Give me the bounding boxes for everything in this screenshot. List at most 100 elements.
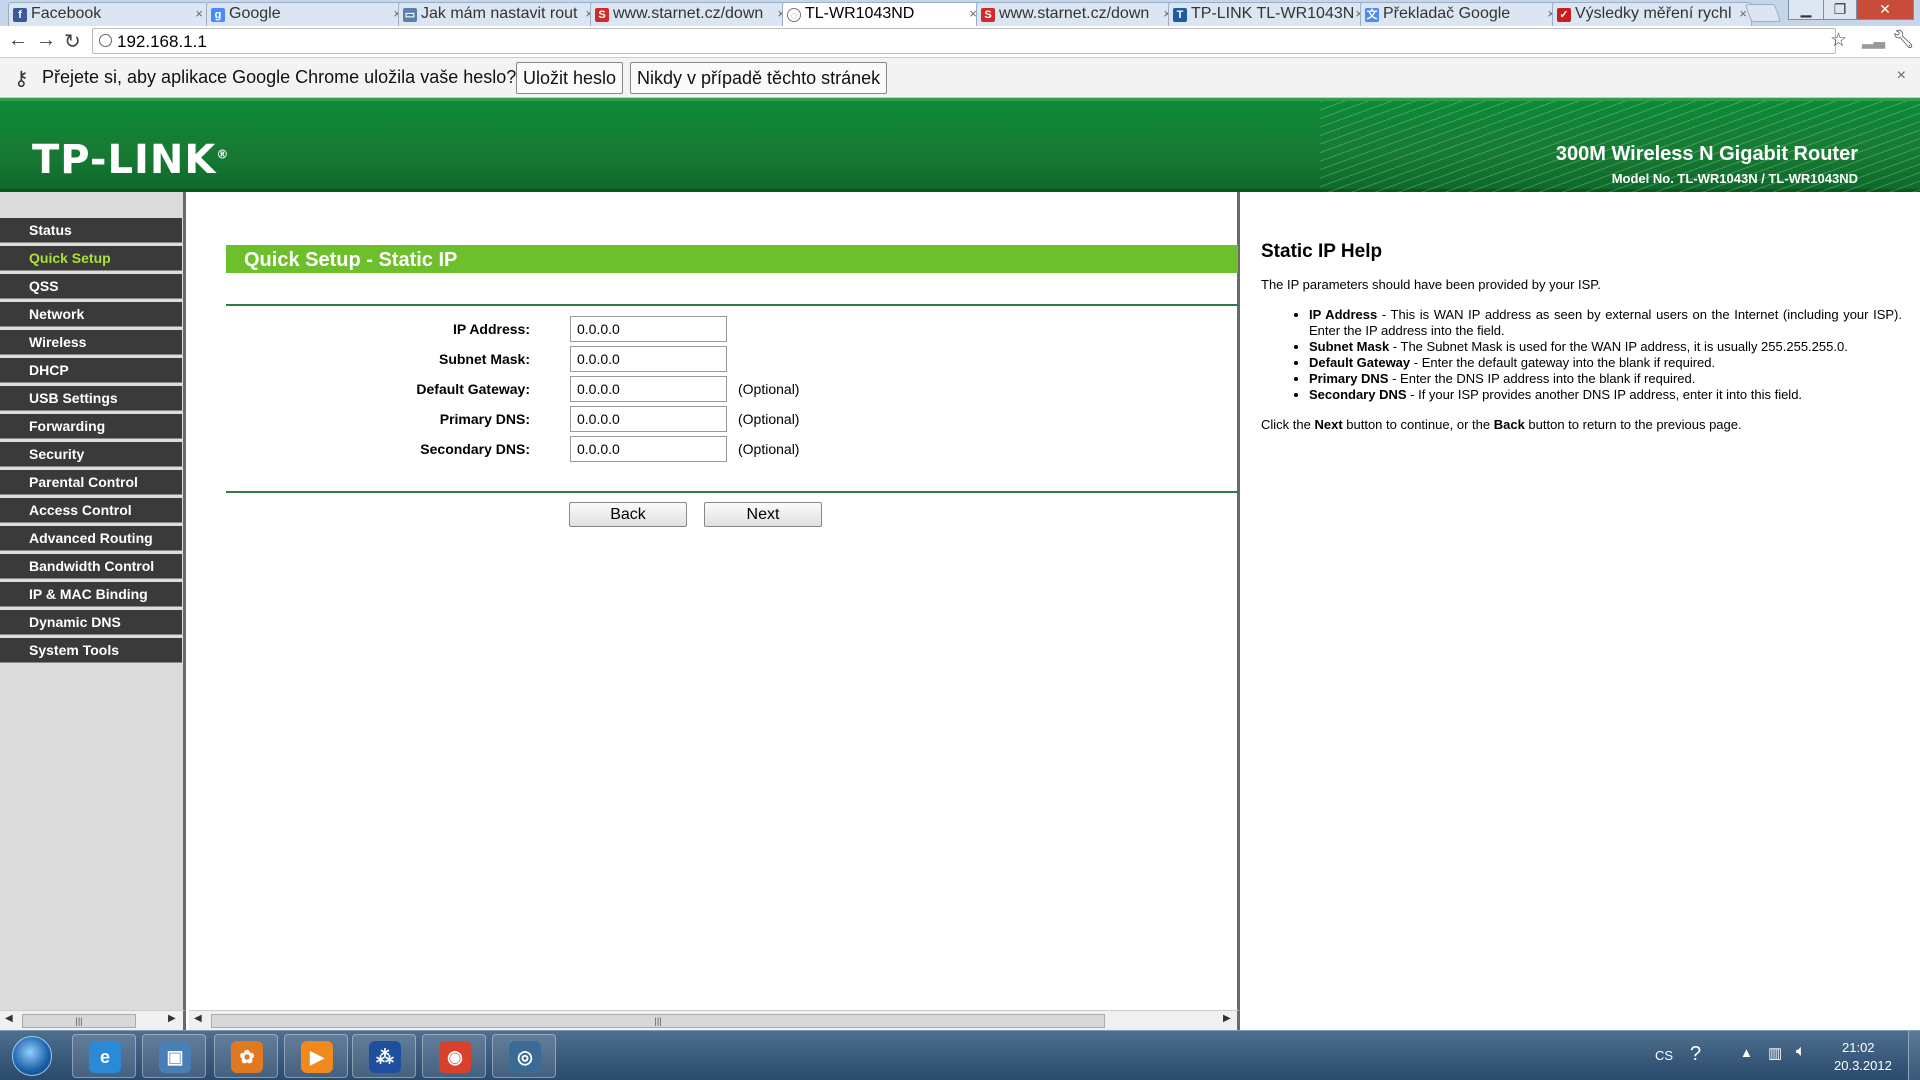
browser-tab[interactable]: ✓ Výsledky měření rychl × — [1552, 2, 1752, 26]
sidebar-item-dynamic-dns[interactable]: Dynamic DNS — [0, 610, 182, 635]
sidebar-item-forwarding[interactable]: Forwarding — [0, 414, 182, 439]
next-button[interactable]: Next — [704, 502, 822, 527]
help-description: - If your ISP provides another DNS IP ad… — [1406, 387, 1803, 402]
save-password-button[interactable]: Uložit heslo — [516, 62, 624, 94]
scroll-left-icon[interactable]: ◀ — [5, 1013, 13, 1024]
sidebar-item-ip-mac-binding[interactable]: IP & MAC Binding — [0, 582, 182, 607]
key-icon: ⚷ — [14, 68, 29, 90]
help-item: Subnet Mask - The Subnet Mask is used fo… — [1309, 339, 1902, 355]
router-header: TP-LINK® 300M Wireless N Gigabit Router … — [0, 98, 1920, 195]
infobar-close-icon[interactable]: × — [1897, 67, 1906, 85]
help-tray-icon[interactable]: ? — [1690, 1043, 1701, 1066]
clock-time[interactable]: 21:02 — [1842, 1040, 1875, 1055]
url-text: 192.168.1.1 — [117, 32, 207, 51]
model-number: Model No. TL-WR1043N / TL-WR1043ND — [1611, 171, 1858, 186]
new-tab-button[interactable] — [1744, 4, 1782, 22]
main-horizontal-scrollbar[interactable]: ◀ ||| ▶ — [189, 1010, 1240, 1030]
chrome-icon: ◉ — [439, 1041, 471, 1073]
default-gateway-input[interactable] — [570, 376, 727, 402]
page-title: Quick Setup - Static IP — [244, 249, 458, 271]
network-tray-icon[interactable]: ▥ — [1768, 1044, 1782, 1062]
sidebar-item-status[interactable]: Status — [0, 218, 182, 243]
secondary-dns-input[interactable] — [570, 436, 727, 462]
scrollbar-thumb[interactable]: ||| — [211, 1014, 1105, 1028]
sidebar-item-security[interactable]: Security — [0, 442, 182, 467]
scrollbar-thumb[interactable]: ||| — [22, 1014, 136, 1028]
page-title-bar: Quick Setup - Static IP — [226, 245, 1238, 273]
sidebar-item-dhcp[interactable]: DHCP — [0, 358, 182, 383]
clock-date[interactable]: 20.3.2012 — [1834, 1058, 1892, 1073]
scroll-left-icon[interactable]: ◀ — [194, 1013, 202, 1024]
subnet-mask-input[interactable] — [570, 346, 727, 372]
language-indicator[interactable]: CS — [1655, 1048, 1673, 1063]
back-button[interactable]: Back — [569, 502, 687, 527]
wrench-icon[interactable]: 🔧︎ — [1892, 29, 1915, 50]
sidebar-item-wireless[interactable]: Wireless — [0, 330, 182, 355]
sidebar-item-qss[interactable]: QSS — [0, 274, 182, 299]
volume-icon[interactable]: 🔈︎ — [1796, 1043, 1806, 1061]
sidebar-item-parental-control[interactable]: Parental Control — [0, 470, 182, 495]
ip-address-input[interactable] — [570, 316, 727, 342]
page-info-icon[interactable] — [99, 34, 112, 47]
sidebar-horizontal-scrollbar[interactable]: ◀ ||| ▶ — [0, 1010, 186, 1030]
back-arrow-icon[interactable]: ← — [8, 29, 28, 52]
help-term: Default Gateway — [1309, 355, 1411, 370]
taskbar-app[interactable]: ▶ — [284, 1034, 348, 1078]
taskbar-app[interactable]: ✿ — [214, 1034, 278, 1078]
bookmark-star-icon[interactable]: ☆ — [1830, 29, 1847, 52]
sidebar-item-advanced-routing[interactable]: Advanced Routing — [0, 526, 182, 551]
ip-address-label: IP Address: — [452, 321, 530, 337]
sidebar-item-bandwidth-control[interactable]: Bandwidth Control — [0, 554, 182, 579]
maximize-button[interactable]: ❐ — [1823, 0, 1857, 20]
never-save-button[interactable]: Nikdy v případě těchto stránek — [630, 62, 888, 94]
browser-tab[interactable]: TTP-LINK TL-WR1043N× — [1168, 2, 1368, 26]
taskbar-app[interactable]: ▣ — [142, 1034, 206, 1078]
primary-dns-input[interactable] — [570, 406, 727, 432]
tplink-icon: T — [1173, 8, 1187, 22]
help-term: Subnet Mask — [1309, 339, 1390, 354]
start-button[interactable] — [6, 1034, 58, 1078]
product-name: 300M Wireless N Gigabit Router — [1555, 143, 1858, 165]
browser-tab[interactable]: Swww.starnet.cz/down× — [590, 2, 790, 26]
url-bar[interactable]: 192.168.1.1 — [92, 28, 1836, 54]
default-gateway-optional-note: (Optional) — [738, 381, 800, 397]
internet-explorer-icon: e — [89, 1041, 121, 1073]
browser-tab[interactable]: gGoogle× — [206, 2, 406, 26]
sidebar-item-quick-setup[interactable]: Quick Setup — [0, 246, 182, 271]
reload-icon[interactable]: ↻ — [64, 29, 81, 54]
browser-tab[interactable]: f Facebook × — [8, 2, 208, 26]
browser-tab[interactable]: Swww.starnet.cz/down× — [976, 2, 1176, 26]
sidebar-item-usb-settings[interactable]: USB Settings — [0, 386, 182, 411]
taskbar-app[interactable]: e — [72, 1034, 136, 1078]
secondary-dns-optional-note: (Optional) — [738, 441, 800, 457]
browser-tab[interactable]: ▭Jak mám nastavit rout× — [398, 2, 598, 26]
help-intro: The IP parameters should have been provi… — [1261, 277, 1601, 292]
scroll-right-icon[interactable]: ▶ — [1223, 1013, 1231, 1024]
forward-arrow-icon[interactable]: → — [36, 29, 56, 52]
show-desktop-button[interactable] — [1908, 1031, 1920, 1080]
help-list: IP Address - This is WAN IP address as s… — [1261, 307, 1902, 403]
starnet-icon: S — [595, 8, 609, 22]
tab-label: www.starnet.cz/down — [613, 5, 764, 22]
tab-label: Facebook — [31, 5, 102, 22]
browser-tab[interactable]: ◌ TL-WR1043ND × — [782, 2, 982, 27]
scroll-right-icon[interactable]: ▶ — [168, 1013, 176, 1024]
help-item: Secondary DNS - If your ISP provides ano… — [1309, 387, 1902, 403]
taskbar-app[interactable]: ⁂ — [352, 1034, 416, 1078]
close-window-button[interactable]: ✕ — [1856, 0, 1914, 20]
taskbar-app[interactable]: ◉ — [422, 1034, 486, 1078]
google-translate-icon: 文 — [1365, 8, 1379, 22]
primary-dns-label: Primary DNS: — [439, 411, 530, 427]
sidebar-item-network[interactable]: Network — [0, 302, 182, 327]
sidebar-item-access-control[interactable]: Access Control — [0, 498, 182, 523]
tab-label: Výsledky měření rychl — [1575, 5, 1732, 22]
tab-close-icon[interactable]: × — [195, 6, 203, 21]
secondary-dns-label: Secondary DNS: — [420, 441, 530, 457]
browser-tab[interactable]: 文Překladač Google× — [1360, 2, 1560, 26]
sidebar-item-system-tools[interactable]: System Tools — [0, 638, 182, 663]
minimize-button[interactable]: ▁ — [1788, 0, 1824, 20]
address-toolbar: ← → ↻ 192.168.1.1 ☆ ▂▃ 🔧︎ — [0, 26, 1920, 58]
windows-taskbar: e ▣ ✿ ▶ ⁂ ◉ ◎ CS ? ▲ ▥ 🔈︎ 21:02 20.3.2012 — [0, 1030, 1920, 1080]
taskbar-app[interactable]: ◎ — [492, 1034, 556, 1078]
show-hidden-icons-icon[interactable]: ▲ — [1740, 1045, 1753, 1060]
